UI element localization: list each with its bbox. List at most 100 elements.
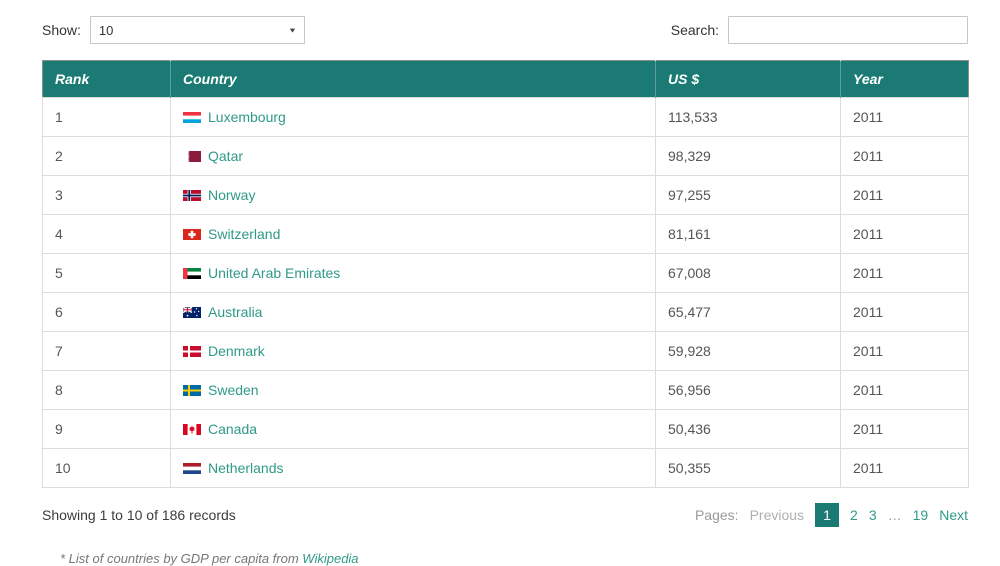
source-note: * List of countries by GDP per capita fr… [60,551,968,566]
table-row: 10 Netherlands 50,355 2011 [43,449,969,488]
usd-cell: 56,956 [656,371,841,410]
gdp-table: Rank Country US $ Year 1 Luxembourg 113,… [42,60,969,488]
show-entries-group: Show: 10 ▼ [42,16,305,44]
usd-cell: 81,161 [656,215,841,254]
year-cell: 2011 [841,254,969,293]
rank-cell: 4 [43,215,171,254]
column-header-usd[interactable]: US $ [656,61,841,98]
country-link[interactable]: Switzerland [208,226,280,242]
usd-value: 59,928 [668,343,711,359]
rank-value: 2 [55,148,63,164]
year-value: 2011 [853,304,883,320]
table-footer: Showing 1 to 10 of 186 records Pages: Pr… [42,503,968,527]
page-button-2[interactable]: 2 [850,507,858,523]
year-cell: 2011 [841,410,969,449]
country-link[interactable]: Qatar [208,148,243,164]
usd-cell: 59,928 [656,332,841,371]
rank-cell: 7 [43,332,171,371]
usd-cell: 67,008 [656,254,841,293]
usd-value: 98,329 [668,148,711,164]
column-header-year[interactable]: Year [841,61,969,98]
flag-netherlands-icon [183,463,201,474]
table-row: 7 Denmark 59,928 2011 [43,332,969,371]
rank-cell: 10 [43,449,171,488]
page-button-1[interactable]: 1 [815,503,839,527]
year-cell: 2011 [841,332,969,371]
rank-cell: 9 [43,410,171,449]
table-row: 1 Luxembourg 113,533 2011 [43,98,969,137]
usd-value: 56,956 [668,382,711,398]
year-value: 2011 [853,421,883,437]
table-row: 4 Switzerland 81,161 2011 [43,215,969,254]
year-cell: 2011 [841,449,969,488]
page-button-19[interactable]: 19 [913,507,929,523]
flag-denmark-icon [183,346,201,357]
pagination-ellipsis: … [888,507,902,523]
column-header-country[interactable]: Country [171,61,656,98]
table-row: 5 United Arab Emirates 67,008 2011 [43,254,969,293]
previous-page-button[interactable]: Previous [750,507,804,523]
country-cell: United Arab Emirates [171,254,656,293]
country-cell: Netherlands [171,449,656,488]
flag-canada-icon [183,424,201,435]
country-cell: Sweden [171,371,656,410]
table-body: 1 Luxembourg 113,533 2011 2 Qatar 98,329… [43,98,969,488]
flag-switzerland-icon [183,229,201,240]
country-link[interactable]: Denmark [208,343,265,359]
rank-value: 8 [55,382,63,398]
rank-value: 4 [55,226,63,242]
search-input[interactable] [728,16,968,44]
country-link[interactable]: Australia [208,304,262,320]
country-cell: Qatar [171,137,656,176]
flag-australia-icon [183,307,201,318]
next-page-button[interactable]: Next [939,507,968,523]
flag-qatar-icon [183,151,201,162]
rank-value: 6 [55,304,63,320]
country-link[interactable]: Canada [208,421,257,437]
note-text: * List of countries by GDP per capita fr… [60,551,302,566]
show-entries-select-wrap: 10 ▼ [90,16,305,44]
pages-label: Pages: [695,507,739,523]
country-cell: Norway [171,176,656,215]
year-value: 2011 [853,226,883,242]
usd-value: 113,533 [668,109,718,125]
table-row: 2 Qatar 98,329 2011 [43,137,969,176]
search-label: Search: [671,22,719,38]
table-row: 6 Australia 65,477 2011 [43,293,969,332]
year-cell: 2011 [841,215,969,254]
country-link[interactable]: United Arab Emirates [208,265,340,281]
table-row: 9 Canada 50,436 2011 [43,410,969,449]
country-link[interactable]: Luxembourg [208,109,286,125]
year-value: 2011 [853,382,883,398]
flag-luxembourg-icon [183,112,201,123]
year-value: 2011 [853,187,883,203]
rank-value: 7 [55,343,63,359]
year-cell: 2011 [841,98,969,137]
table-row: 3 Norway 97,255 2011 [43,176,969,215]
usd-cell: 98,329 [656,137,841,176]
show-entries-select[interactable]: 10 [90,16,305,44]
usd-cell: 97,255 [656,176,841,215]
country-cell: Australia [171,293,656,332]
wikipedia-link[interactable]: Wikipedia [302,551,358,566]
country-link[interactable]: Sweden [208,382,259,398]
rank-cell: 2 [43,137,171,176]
usd-value: 50,436 [668,421,711,437]
year-value: 2011 [853,265,883,281]
rank-value: 5 [55,265,63,281]
usd-cell: 50,436 [656,410,841,449]
rank-cell: 6 [43,293,171,332]
country-cell: Denmark [171,332,656,371]
rank-value: 9 [55,421,63,437]
rank-value: 3 [55,187,63,203]
table-row: 8 Sweden 56,956 2011 [43,371,969,410]
country-link[interactable]: Norway [208,187,255,203]
usd-cell: 65,477 [656,293,841,332]
country-cell: Luxembourg [171,98,656,137]
rank-cell: 3 [43,176,171,215]
country-link[interactable]: Netherlands [208,460,284,476]
records-summary: Showing 1 to 10 of 186 records [42,507,236,523]
page-button-3[interactable]: 3 [869,507,877,523]
column-header-rank[interactable]: Rank [43,61,171,98]
year-cell: 2011 [841,293,969,332]
